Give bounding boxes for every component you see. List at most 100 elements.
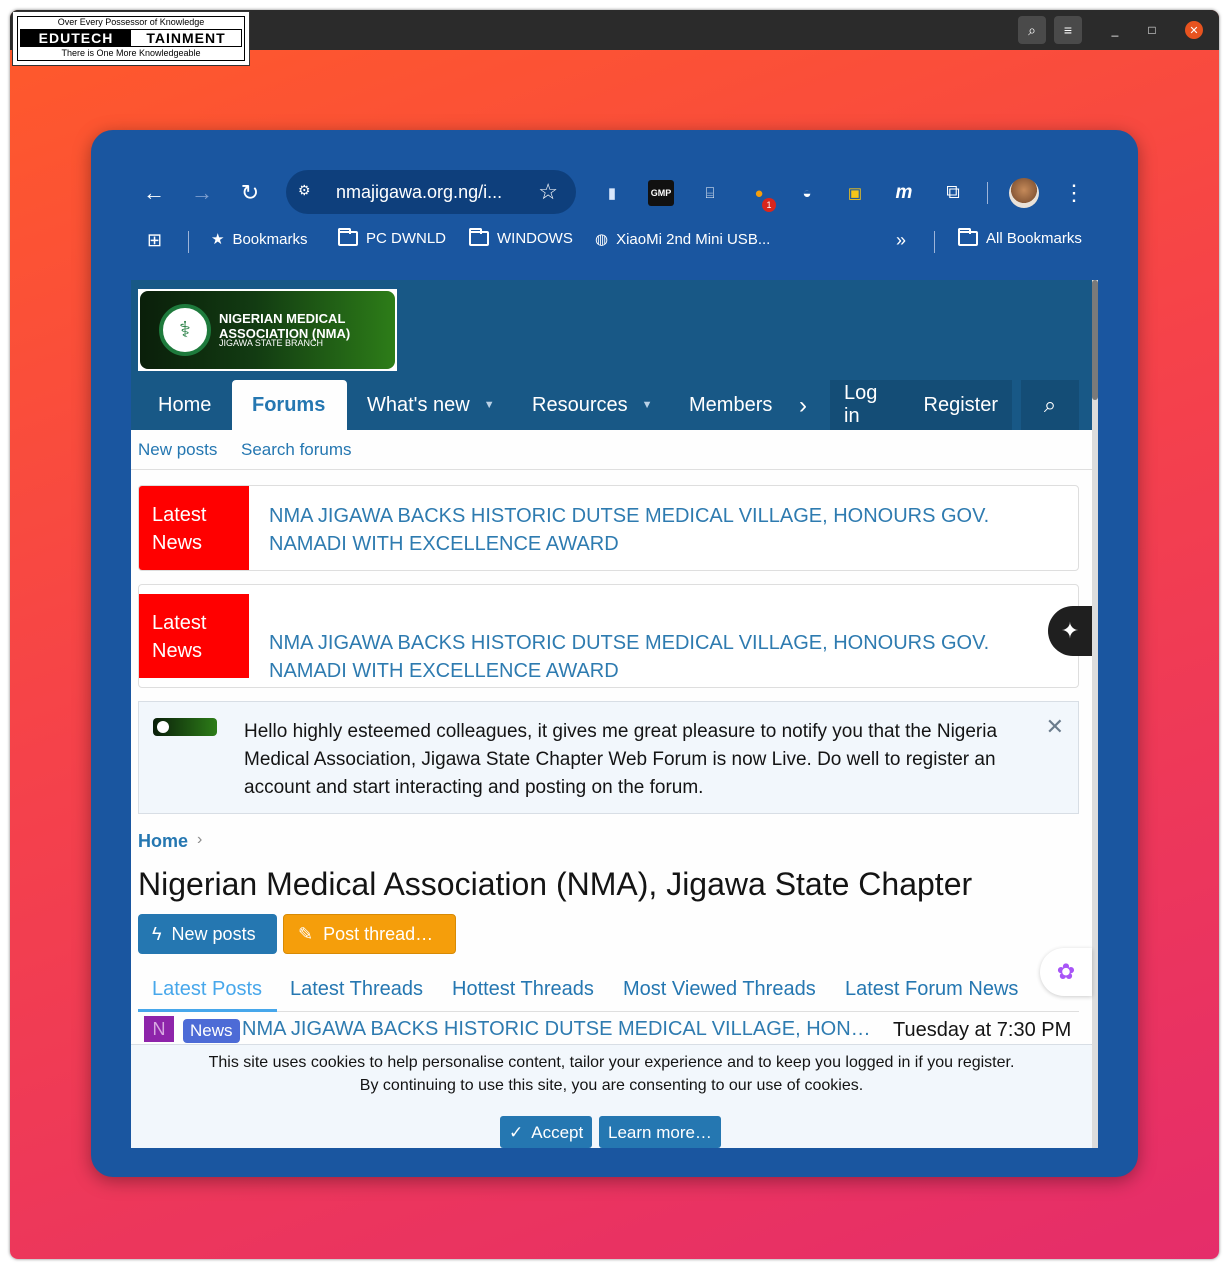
- m-extension-icon[interactable]: m: [891, 180, 917, 206]
- nav-resources[interactable]: Resources ▼: [512, 380, 673, 430]
- caret-down-icon[interactable]: ▼: [642, 399, 653, 411]
- logo-line-3: JIGAWA STATE BRANCH: [219, 338, 324, 348]
- address-bar[interactable]: ⚙ nmajigawa.org.ng/i... ☆: [286, 170, 576, 214]
- gmp-extension-icon[interactable]: GMP: [648, 180, 674, 206]
- screen-extension-icon[interactable]: ▣: [842, 180, 868, 206]
- back-arrow-icon[interactable]: ←: [139, 178, 169, 208]
- tab-latest-forum-news[interactable]: Latest Forum News: [845, 978, 1018, 1001]
- notice-logo: [153, 718, 217, 736]
- auth-links: Log in Register: [830, 380, 1012, 430]
- bookmark-all-bookmarks[interactable]: All Bookmarks: [958, 228, 1082, 247]
- desktop-window: ⌕ ≡ _ □ ✕ Over Every Possessor of Knowle…: [10, 10, 1219, 1259]
- logo-tagline-top: Over Every Possessor of Knowledge: [57, 17, 205, 27]
- nav-home[interactable]: Home: [138, 380, 231, 430]
- tab-hottest-threads[interactable]: Hottest Threads: [452, 978, 594, 1001]
- browser-window: ← → ↻ ⚙ nmajigawa.org.ng/i... ☆ ▮ GMP ⌸ …: [91, 130, 1138, 1177]
- search-icon[interactable]: ⌕: [1021, 380, 1079, 430]
- shield-extension-icon[interactable]: ● 1: [746, 180, 776, 212]
- post-timestamp: Tuesday at 7:30 PM: [893, 1019, 1072, 1041]
- archive-extension-icon[interactable]: ⌸: [697, 180, 723, 206]
- post-tabs: Latest Posts Latest Threads Hottest Thre…: [138, 968, 1079, 1012]
- bookmarks-overflow-icon[interactable]: »: [896, 230, 906, 251]
- search-icon[interactable]: ⌕: [1018, 16, 1046, 44]
- subnav-new-posts[interactable]: New posts: [138, 440, 217, 460]
- brain-assistant-icon[interactable]: ✿: [1040, 948, 1092, 996]
- learn-more-button[interactable]: Learn more…: [599, 1116, 721, 1148]
- chevron-right-icon: ›: [197, 831, 203, 848]
- edutechtainment-logo: Over Every Possessor of Knowledge EDUTEC…: [12, 11, 250, 66]
- star-icon: ★: [211, 231, 225, 248]
- globe-icon: ◍: [595, 231, 609, 248]
- maximize-button[interactable]: □: [1138, 16, 1166, 44]
- nav-scroll-right-icon[interactable]: ›: [799, 392, 807, 420]
- bookmarks-bar: ⊞ ★ Bookmarks PC DWNLD WINDOWS ◍ XiaoMi …: [91, 227, 1138, 257]
- minimize-button[interactable]: _: [1101, 16, 1129, 44]
- nav-label: Resources: [532, 393, 628, 416]
- menu-icon[interactable]: ≡: [1054, 16, 1082, 44]
- latest-news-label: Latest News: [139, 486, 249, 570]
- logo-word-right: TAINMENT: [131, 30, 241, 46]
- logo-word-left: EDUTECH: [21, 30, 131, 46]
- button-label: New posts: [171, 923, 256, 944]
- kebab-menu-icon[interactable]: ⋮: [1059, 178, 1089, 208]
- tab-most-viewed-threads[interactable]: Most Viewed Threads: [623, 978, 816, 1001]
- new-posts-button[interactable]: ϟ New posts: [138, 914, 277, 954]
- register-link[interactable]: Register: [924, 394, 998, 417]
- bookmark-label: WINDOWS: [497, 230, 573, 247]
- cookie-text-line-2: By continuing to use this site, you are …: [359, 1077, 864, 1094]
- web-page: ⚕ NIGERIAN MEDICAL ASSOCIATION (NMA) JIG…: [131, 280, 1098, 1148]
- nma-logo[interactable]: ⚕ NIGERIAN MEDICAL ASSOCIATION (NMA) JIG…: [138, 289, 397, 371]
- logo-tagline-bottom: There is One More Knowledgeable: [61, 48, 201, 58]
- profile-avatar[interactable]: [1009, 178, 1039, 208]
- main-nav: Home Forums What's new ▼ Resources ▼ Membe…: [131, 380, 1098, 430]
- reload-icon[interactable]: ↻: [235, 178, 265, 208]
- bookmark-windows[interactable]: WINDOWS: [469, 228, 573, 247]
- caret-down-icon[interactable]: ▼: [484, 399, 495, 411]
- tab-latest-posts[interactable]: Latest Posts: [152, 978, 262, 1001]
- bookmark-bookmarks[interactable]: ★ Bookmarks: [211, 230, 308, 249]
- button-label: Post thread…: [323, 923, 434, 944]
- page-title: Nigerian Medical Association (NMA), Jiga…: [138, 866, 973, 902]
- news-label-badge: News: [183, 1019, 240, 1043]
- extension-badge: 1: [762, 198, 776, 212]
- sub-nav: New posts Search forums: [131, 430, 1098, 470]
- cup-extension-icon[interactable]: ◒: [794, 180, 820, 206]
- document-extension-icon[interactable]: ▮: [599, 180, 625, 206]
- cookie-text-line-1: This site uses cookies to help personali…: [208, 1054, 1015, 1071]
- browser-toolbar: ← → ↻ ⚙ nmajigawa.org.ng/i... ☆ ▮ GMP ⌸ …: [91, 170, 1138, 216]
- bookmark-pc-dwnld[interactable]: PC DWNLD: [338, 228, 446, 247]
- folder-icon: [338, 228, 358, 246]
- close-icon[interactable]: ✕: [1046, 714, 1064, 740]
- url-text[interactable]: nmajigawa.org.ng/i...: [336, 182, 502, 203]
- post-title-link[interactable]: NMA JIGAWA BACKS HISTORIC DUTSE MEDICAL …: [242, 1018, 882, 1041]
- scrollbar-thumb[interactable]: [1092, 280, 1098, 400]
- apps-grid-icon[interactable]: ⊞: [147, 230, 162, 251]
- site-settings-icon[interactable]: ⚙: [298, 182, 320, 202]
- avatar[interactable]: N: [144, 1016, 174, 1042]
- bookmark-xiaomi[interactable]: ◍ XiaoMi 2nd Mini USB...: [595, 230, 770, 249]
- puzzle-extensions-icon[interactable]: ⧉: [940, 180, 966, 206]
- bookmark-divider: [934, 231, 935, 253]
- bookmark-divider: [188, 231, 189, 253]
- toolbar-divider: [987, 182, 988, 204]
- bookmark-star-icon[interactable]: ☆: [538, 179, 558, 205]
- breadcrumb[interactable]: Home: [138, 831, 188, 852]
- post-thread-button[interactable]: ✎ Post thread…: [283, 914, 456, 954]
- scrollbar[interactable]: [1092, 280, 1098, 1148]
- nav-forums[interactable]: Forums: [232, 380, 347, 430]
- notice-box: Hello highly esteemed colleagues, it giv…: [138, 701, 1079, 814]
- subnav-search-forums[interactable]: Search forums: [241, 440, 352, 460]
- accept-button[interactable]: ✓ Accept: [500, 1116, 593, 1148]
- login-link[interactable]: Log in: [844, 382, 896, 428]
- latest-news-link[interactable]: NMA JIGAWA BACKS HISTORIC DUTSE MEDICAL …: [269, 629, 1059, 685]
- latest-news-link[interactable]: NMA JIGAWA BACKS HISTORIC DUTSE MEDICAL …: [269, 502, 1059, 558]
- close-button[interactable]: ✕: [1185, 21, 1203, 39]
- bookmark-label: All Bookmarks: [986, 230, 1082, 247]
- nav-whats-new[interactable]: What's new ▼: [347, 380, 515, 430]
- sparkle-assistant-icon[interactable]: ✦: [1048, 606, 1092, 656]
- cookie-notice: This site uses cookies to help personali…: [131, 1044, 1092, 1148]
- tab-latest-threads[interactable]: Latest Threads: [290, 978, 423, 1001]
- nav-members[interactable]: Members: [669, 380, 792, 430]
- forward-arrow-icon[interactable]: →: [187, 178, 217, 208]
- bookmark-label: Bookmarks: [232, 230, 308, 248]
